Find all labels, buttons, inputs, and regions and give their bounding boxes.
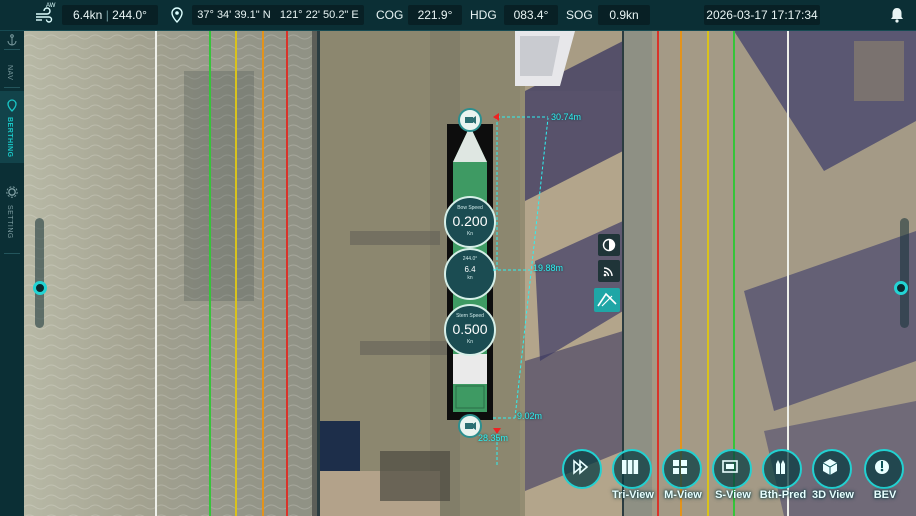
signal-toggle-button[interactable] bbox=[598, 260, 620, 282]
brightness-toggle-button[interactable] bbox=[598, 234, 620, 256]
stern-bottom-distance-label: 28.35m bbox=[478, 433, 509, 443]
tri-view-button[interactable]: Tri-View bbox=[612, 449, 654, 501]
mid-distance-label: 19.88m bbox=[533, 263, 564, 273]
grid-view-icon bbox=[673, 460, 687, 474]
right-zoom-slider[interactable] bbox=[900, 218, 909, 328]
right-camera-view[interactable] bbox=[624, 31, 916, 516]
compass-icon bbox=[875, 460, 889, 474]
m-view-button[interactable]: M-View bbox=[662, 449, 702, 501]
play-forward-icon bbox=[573, 459, 589, 475]
bow-distance-label: 30.74m bbox=[551, 112, 582, 122]
contrast-icon bbox=[602, 238, 616, 252]
wifi-signal-icon bbox=[603, 267, 613, 277]
berth-predict-icon bbox=[776, 460, 785, 474]
bev-button[interactable]: BEV bbox=[864, 449, 904, 501]
right-view-scene bbox=[624, 31, 916, 516]
tri-view-icon bbox=[622, 460, 639, 474]
cube-icon bbox=[822, 459, 838, 475]
berth-predict-button[interactable]: Bth-Pred bbox=[760, 449, 806, 501]
stern-distance-label: 9.02m bbox=[517, 411, 543, 421]
bev-label: BEV bbox=[873, 489, 897, 501]
s-view-button[interactable]: S-View bbox=[712, 449, 752, 501]
map-layer-icon bbox=[597, 292, 617, 307]
3d-view-button[interactable]: 3D View bbox=[812, 449, 854, 501]
right-zoom-slider-handle[interactable] bbox=[894, 281, 908, 295]
single-view-icon bbox=[722, 460, 738, 473]
map-overlay-button[interactable] bbox=[594, 288, 620, 312]
play-forward-button[interactable] bbox=[562, 449, 602, 489]
